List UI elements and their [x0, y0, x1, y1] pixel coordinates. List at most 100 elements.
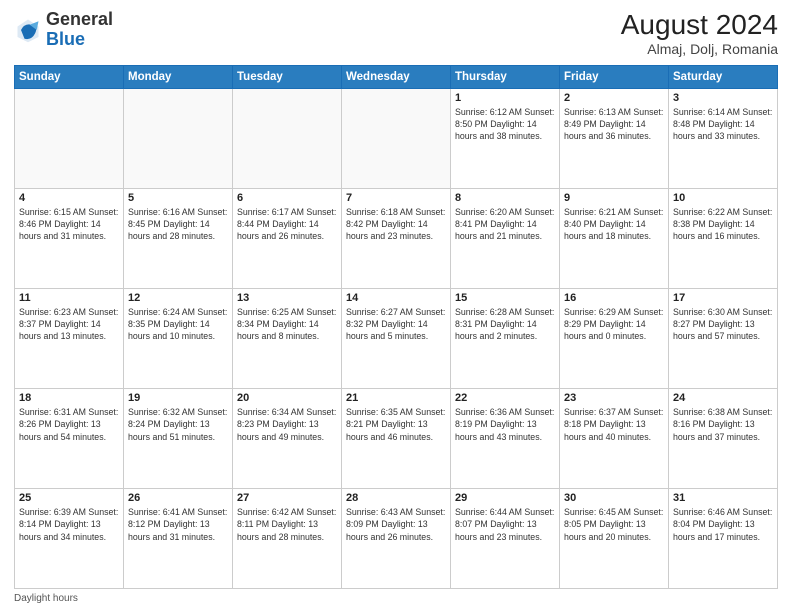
day-number: 15 [455, 292, 555, 304]
day-info: Sunrise: 6:22 AM Sunset: 8:38 PM Dayligh… [673, 206, 773, 243]
day-info: Sunrise: 6:45 AM Sunset: 8:05 PM Dayligh… [564, 506, 664, 543]
calendar-week-2: 11 Sunrise: 6:23 AM Sunset: 8:37 PM Dayli… [15, 288, 778, 388]
day-number: 5 [128, 192, 228, 204]
day-info: Sunrise: 6:25 AM Sunset: 8:34 PM Dayligh… [237, 306, 337, 343]
calendar-table: SundayMondayTuesdayWednesdayThursdayFrid… [14, 65, 778, 589]
calendar-cell [15, 88, 124, 188]
day-info: Sunrise: 6:31 AM Sunset: 8:26 PM Dayligh… [19, 406, 119, 443]
day-number: 10 [673, 192, 773, 204]
header: General Blue August 2024 Almaj, Dolj, Ro… [14, 10, 778, 57]
calendar-week-0: 1 Sunrise: 6:12 AM Sunset: 8:50 PM Daylig… [15, 88, 778, 188]
calendar-week-1: 4Sunrise: 6:15 AM Sunset: 8:46 PM Daylig… [15, 188, 778, 288]
calendar-cell [342, 88, 451, 188]
day-number: 22 [455, 392, 555, 404]
day-number: 23 [564, 392, 664, 404]
calendar-cell: 4Sunrise: 6:15 AM Sunset: 8:46 PM Daylig… [15, 188, 124, 288]
calendar-cell: 30 Sunrise: 6:45 AM Sunset: 8:05 PM Dayli… [560, 488, 669, 588]
day-info: Sunrise: 6:38 AM Sunset: 8:16 PM Dayligh… [673, 406, 773, 443]
calendar-cell: 27Sunrise: 6:42 AM Sunset: 8:11 PM Dayli… [233, 488, 342, 588]
day-info: Sunrise: 6:28 AM Sunset: 8:31 PM Dayligh… [455, 306, 555, 343]
day-number: 27 [237, 492, 337, 504]
calendar-cell: 11 Sunrise: 6:23 AM Sunset: 8:37 PM Dayli… [15, 288, 124, 388]
day-number: 12 [128, 292, 228, 304]
calendar-cell: 21 Sunrise: 6:35 AM Sunset: 8:21 PM Dayli… [342, 388, 451, 488]
day-number: 7 [346, 192, 446, 204]
calendar-cell: 7Sunrise: 6:18 AM Sunset: 8:42 PM Daylig… [342, 188, 451, 288]
calendar-cell: 19 Sunrise: 6:32 AM Sunset: 8:24 PM Dayli… [124, 388, 233, 488]
day-number: 30 [564, 492, 664, 504]
day-info: Sunrise: 6:29 AM Sunset: 8:29 PM Dayligh… [564, 306, 664, 343]
day-info: Sunrise: 6:21 AM Sunset: 8:40 PM Dayligh… [564, 206, 664, 243]
calendar-cell: 31 Sunrise: 6:46 AM Sunset: 8:04 PM Dayli… [669, 488, 778, 588]
day-info: Sunrise: 6:30 AM Sunset: 8:27 PM Dayligh… [673, 306, 773, 343]
calendar-cell: 13 Sunrise: 6:25 AM Sunset: 8:34 PM Dayli… [233, 288, 342, 388]
day-number: 17 [673, 292, 773, 304]
day-info: Sunrise: 6:17 AM Sunset: 8:44 PM Dayligh… [237, 206, 337, 243]
day-number: 1 [455, 92, 555, 104]
calendar-cell: 16Sunrise: 6:29 AM Sunset: 8:29 PM Dayli… [560, 288, 669, 388]
calendar-cell: 28Sunrise: 6:43 AM Sunset: 8:09 PM Dayli… [342, 488, 451, 588]
month-year: August 2024 [621, 10, 778, 41]
calendar-header-row: SundayMondayTuesdayWednesdayThursdayFrid… [15, 65, 778, 88]
calendar-cell: 22 Sunrise: 6:36 AM Sunset: 8:19 PM Dayli… [451, 388, 560, 488]
day-info: Sunrise: 6:12 AM Sunset: 8:50 PM Dayligh… [455, 106, 555, 143]
logo-blue: Blue [46, 29, 85, 49]
day-info: Sunrise: 6:43 AM Sunset: 8:09 PM Dayligh… [346, 506, 446, 543]
page: General Blue August 2024 Almaj, Dolj, Ro… [0, 0, 792, 612]
logo-text: General Blue [46, 10, 113, 50]
day-info: Sunrise: 6:41 AM Sunset: 8:12 PM Dayligh… [128, 506, 228, 543]
calendar-week-3: 18Sunrise: 6:31 AM Sunset: 8:26 PM Dayli… [15, 388, 778, 488]
day-info: Sunrise: 6:46 AM Sunset: 8:04 PM Dayligh… [673, 506, 773, 543]
calendar-header-sunday: Sunday [15, 65, 124, 88]
day-info: Sunrise: 6:34 AM Sunset: 8:23 PM Dayligh… [237, 406, 337, 443]
day-number: 29 [455, 492, 555, 504]
day-number: 24 [673, 392, 773, 404]
calendar-header-tuesday: Tuesday [233, 65, 342, 88]
day-number: 26 [128, 492, 228, 504]
calendar-header-thursday: Thursday [451, 65, 560, 88]
day-number: 3 [673, 92, 773, 104]
day-info: Sunrise: 6:13 AM Sunset: 8:49 PM Dayligh… [564, 106, 664, 143]
day-info: Sunrise: 6:32 AM Sunset: 8:24 PM Dayligh… [128, 406, 228, 443]
calendar-header-monday: Monday [124, 65, 233, 88]
logo-general: General [46, 9, 113, 29]
calendar-cell: 23 Sunrise: 6:37 AM Sunset: 8:18 PM Dayli… [560, 388, 669, 488]
day-info: Sunrise: 6:39 AM Sunset: 8:14 PM Dayligh… [19, 506, 119, 543]
calendar-week-4: 25Sunrise: 6:39 AM Sunset: 8:14 PM Dayli… [15, 488, 778, 588]
day-number: 6 [237, 192, 337, 204]
day-info: Sunrise: 6:36 AM Sunset: 8:19 PM Dayligh… [455, 406, 555, 443]
calendar-cell: 24 Sunrise: 6:38 AM Sunset: 8:16 PM Dayli… [669, 388, 778, 488]
calendar-cell: 1 Sunrise: 6:12 AM Sunset: 8:50 PM Daylig… [451, 88, 560, 188]
calendar-cell: 17 Sunrise: 6:30 AM Sunset: 8:27 PM Dayli… [669, 288, 778, 388]
calendar-cell: 10 Sunrise: 6:22 AM Sunset: 8:38 PM Dayli… [669, 188, 778, 288]
calendar-cell: 12 Sunrise: 6:24 AM Sunset: 8:35 PM Dayli… [124, 288, 233, 388]
day-number: 21 [346, 392, 446, 404]
day-info: Sunrise: 6:35 AM Sunset: 8:21 PM Dayligh… [346, 406, 446, 443]
calendar-header-wednesday: Wednesday [342, 65, 451, 88]
title-block: August 2024 Almaj, Dolj, Romania [621, 10, 778, 57]
day-info: Sunrise: 6:24 AM Sunset: 8:35 PM Dayligh… [128, 306, 228, 343]
day-number: 9 [564, 192, 664, 204]
calendar-cell: 8Sunrise: 6:20 AM Sunset: 8:41 PM Daylig… [451, 188, 560, 288]
location: Almaj, Dolj, Romania [621, 41, 778, 57]
day-number: 19 [128, 392, 228, 404]
calendar-cell: 15 Sunrise: 6:28 AM Sunset: 8:31 PM Dayli… [451, 288, 560, 388]
day-info: Sunrise: 6:23 AM Sunset: 8:37 PM Dayligh… [19, 306, 119, 343]
day-number: 14 [346, 292, 446, 304]
footer-note: Daylight hours [14, 593, 778, 604]
calendar-cell: 2Sunrise: 6:13 AM Sunset: 8:49 PM Daylig… [560, 88, 669, 188]
calendar-cell: 9 Sunrise: 6:21 AM Sunset: 8:40 PM Daylig… [560, 188, 669, 288]
logo-icon [14, 16, 42, 44]
day-info: Sunrise: 6:37 AM Sunset: 8:18 PM Dayligh… [564, 406, 664, 443]
day-number: 11 [19, 292, 119, 304]
day-info: Sunrise: 6:44 AM Sunset: 8:07 PM Dayligh… [455, 506, 555, 543]
day-number: 13 [237, 292, 337, 304]
calendar-cell: 26 Sunrise: 6:41 AM Sunset: 8:12 PM Dayli… [124, 488, 233, 588]
calendar-cell [124, 88, 233, 188]
day-info: Sunrise: 6:15 AM Sunset: 8:46 PM Dayligh… [19, 206, 119, 243]
calendar-header-saturday: Saturday [669, 65, 778, 88]
calendar-cell: 18Sunrise: 6:31 AM Sunset: 8:26 PM Dayli… [15, 388, 124, 488]
day-number: 31 [673, 492, 773, 504]
calendar-cell: 29 Sunrise: 6:44 AM Sunset: 8:07 PM Dayli… [451, 488, 560, 588]
calendar-cell: 6 Sunrise: 6:17 AM Sunset: 8:44 PM Daylig… [233, 188, 342, 288]
